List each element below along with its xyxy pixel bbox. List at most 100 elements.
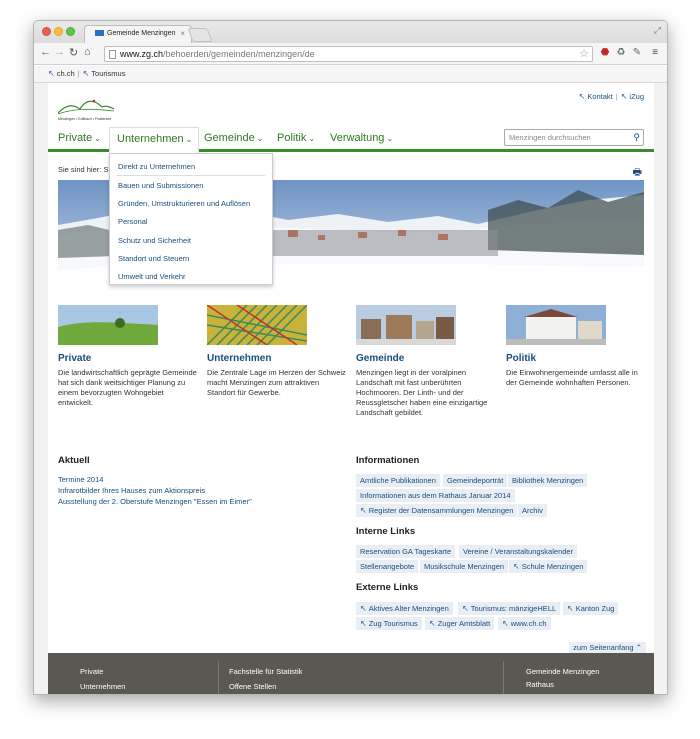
recycle-icon[interactable]: ♻ — [615, 47, 627, 59]
footer-link[interactable]: Fachstelle für Statistik — [229, 667, 302, 676]
info-tag[interactable]: Informationen aus dem Rathaus Januar 201… — [356, 489, 515, 502]
internal-link-tag[interactable]: Reservation GA Tageskarte — [356, 545, 456, 558]
menu-item-personal[interactable]: Personal — [118, 217, 148, 226]
external-link-tag[interactable]: ↖ www.ch.ch — [498, 617, 551, 630]
nav-item-politik[interactable]: Politik ⌄ — [277, 132, 315, 144]
news-link[interactable]: Ausstellung der 2. Oberstufe Menzingen "… — [58, 497, 252, 506]
home-icon[interactable]: ⌂ — [84, 46, 91, 58]
bookmark-star-icon[interactable]: ☆ — [579, 47, 589, 60]
new-tab-button[interactable] — [187, 28, 213, 42]
link-arrow-icon: ↖ — [360, 604, 367, 613]
forward-arrow-icon[interactable]: → — [54, 46, 65, 58]
bookmark-label: ch.ch — [56, 69, 75, 78]
teaser-unternehmen[interactable]: Unternehmen Die Zentrale Lage im Herzen … — [206, 304, 347, 398]
top-links: ↖ Kontakt | ↖ iZug — [579, 92, 644, 101]
back-to-top-link[interactable]: zum Seitenanfang ⌃ — [569, 642, 646, 653]
footer-link[interactable]: Unternehmen — [80, 682, 125, 691]
extension-icon[interactable]: ✎ — [631, 47, 643, 59]
teaser-title[interactable]: Politik — [506, 353, 646, 364]
fullscreen-icon[interactable]: ⤢ — [654, 25, 661, 36]
external-link-tag[interactable]: ↖ Zug Tourismus — [356, 617, 422, 630]
internal-link-tag-external[interactable]: ↖ Schule Menzingen — [509, 560, 588, 573]
page: Menzingen • Edlibach • Finstersee ↖ Konta… — [48, 83, 654, 694]
menu-item-gruenden[interactable]: Gründen, Umstrukturieren und Auflösen — [118, 199, 250, 208]
title-bar: Gemeinde Menzingen × ⤢ — [34, 21, 667, 43]
url-path: /behoerden/gemeinden/menzingen/de — [163, 49, 315, 59]
external-link-tag[interactable]: ↖ Tourismus: mänzigeHELL — [458, 602, 561, 615]
bookmarks-bar: ↖ ch.ch | ↖ Tourismus — [34, 66, 667, 83]
address-bar[interactable]: www.zg.ch/behoerden/gemeinden/menzingen/… — [104, 46, 593, 62]
search-input[interactable]: Menzingen durchsuchen ⚲ — [504, 129, 644, 146]
teaser-private[interactable]: Private Die landwirtschaftlich geprägte … — [58, 305, 198, 408]
izug-link[interactable]: ↖ iZug — [621, 92, 644, 101]
link-label: Kontakt — [587, 92, 613, 101]
kontakt-link[interactable]: ↖ Kontakt — [579, 92, 613, 101]
nav-item-verwaltung[interactable]: Verwaltung ⌄ — [330, 132, 393, 144]
footer-address-line: Gemeinde Menzingen — [526, 667, 600, 676]
footer-link[interactable]: Private — [80, 667, 103, 676]
teaser-gemeinde[interactable]: Gemeinde Menzingen liegt in der voralpin… — [356, 305, 496, 418]
logo-text: Menzingen • Edlibach • Finstersee — [58, 117, 112, 121]
bookmark-tourismus[interactable]: ↖ Tourismus — [83, 69, 126, 78]
nav-item-private[interactable]: Private ⌄ — [58, 132, 101, 144]
link-arrow-icon: ↖ — [513, 562, 520, 571]
news-link[interactable]: Termine 2014 — [58, 475, 103, 484]
browser-tab[interactable]: Gemeinde Menzingen × — [84, 25, 192, 43]
link-arrow-icon: ↖ — [360, 619, 367, 628]
zoom-window-button[interactable] — [66, 27, 75, 36]
teaser-title[interactable]: Private — [58, 353, 198, 364]
tag-label: www.ch.ch — [510, 619, 547, 628]
menu-item-umwelt[interactable]: Umwelt und Verkehr — [118, 272, 186, 281]
link-arrow-icon: ↖ — [462, 604, 469, 613]
teaser-text: Die landwirtschaftlich geprägte Gemeinde… — [58, 368, 197, 407]
teaser-politik[interactable]: Politik Die Einwohnergemeinde umfasst al… — [506, 305, 646, 388]
adblock-icon[interactable]: ⬣ — [599, 47, 611, 59]
teaser-title[interactable]: Unternehmen — [207, 353, 347, 364]
external-link-tag[interactable]: ↖ Zuger Amtsblatt — [425, 617, 495, 630]
back-arrow-icon[interactable]: ← — [40, 46, 51, 58]
tab-title: Gemeinde Menzingen — [107, 30, 176, 37]
bookmark-label: Tourismus — [91, 69, 126, 78]
menu-icon[interactable]: ≡ — [649, 47, 661, 59]
news-link[interactable]: Infrarotbilder Ihres Hauses zum Aktionsp… — [58, 486, 205, 495]
nav-label: Gemeinde — [204, 132, 255, 144]
internal-link-tag[interactable]: Musikschule Menzingen — [420, 560, 509, 573]
internal-link-tag[interactable]: Vereine / Veranstaltungskalender — [459, 545, 578, 558]
chevron-down-icon: ⌄ — [308, 134, 316, 143]
nav-item-unternehmen[interactable]: Unternehmen ⌄ — [109, 127, 200, 154]
site-logo[interactable]: Menzingen • Edlibach • Finstersee — [57, 93, 115, 121]
minimize-window-button[interactable] — [54, 27, 63, 36]
search-icon[interactable]: ⚲ — [633, 132, 640, 143]
internal-link-tag[interactable]: Stellenangebote — [356, 560, 419, 573]
chevron-down-icon: ⌄ — [256, 134, 264, 143]
link-arrow-icon: ↖ — [48, 69, 55, 78]
divider — [117, 175, 265, 176]
info-tag[interactable]: Archiv — [518, 504, 547, 517]
bookmark-ch[interactable]: ↖ ch.ch — [48, 69, 75, 78]
footer-divider — [503, 661, 504, 694]
nav-item-gemeinde[interactable]: Gemeinde ⌄ — [204, 132, 263, 144]
info-tag[interactable]: Amtliche Publikationen — [356, 474, 440, 487]
teaser-title[interactable]: Gemeinde — [356, 353, 496, 364]
separator: | — [615, 92, 618, 101]
menu-item-bauen[interactable]: Bauen und Submissionen — [118, 181, 203, 190]
external-link-tag[interactable]: ↖ Aktives Alter Menzingen — [356, 602, 453, 615]
chevron-down-icon: ⌄ — [94, 134, 101, 143]
footer-link[interactable]: Offene Stellen — [229, 682, 276, 691]
info-tag[interactable]: Gemeindeporträt — [443, 474, 508, 487]
informationen-heading: Informationen — [356, 455, 420, 466]
info-tag-external[interactable]: ↖ Register der Datensammlungen Menzingen — [356, 504, 518, 517]
menu-item-schutz[interactable]: Schutz und Sicherheit — [118, 236, 191, 245]
reload-icon[interactable]: ↻ — [69, 46, 78, 59]
interne-links-heading: Interne Links — [356, 526, 416, 537]
menu-item-direkt[interactable]: Direkt zu Unternehmen — [118, 162, 195, 171]
close-window-button[interactable] — [42, 27, 51, 36]
teaser-text: Menzingen liegt in der voralpinen Landsc… — [356, 368, 488, 417]
tag-label: Schule Menzingen — [521, 562, 584, 571]
menu-item-standort[interactable]: Standort und Steuern — [118, 254, 189, 263]
aktuell-heading: Aktuell — [58, 455, 90, 466]
tab-close-icon[interactable]: × — [180, 29, 185, 38]
url-host: www.zg.ch — [120, 49, 164, 59]
external-link-tag[interactable]: ↖ Kanton Zug — [563, 602, 619, 615]
info-tag[interactable]: Bibliothek Menzingen — [508, 474, 588, 487]
